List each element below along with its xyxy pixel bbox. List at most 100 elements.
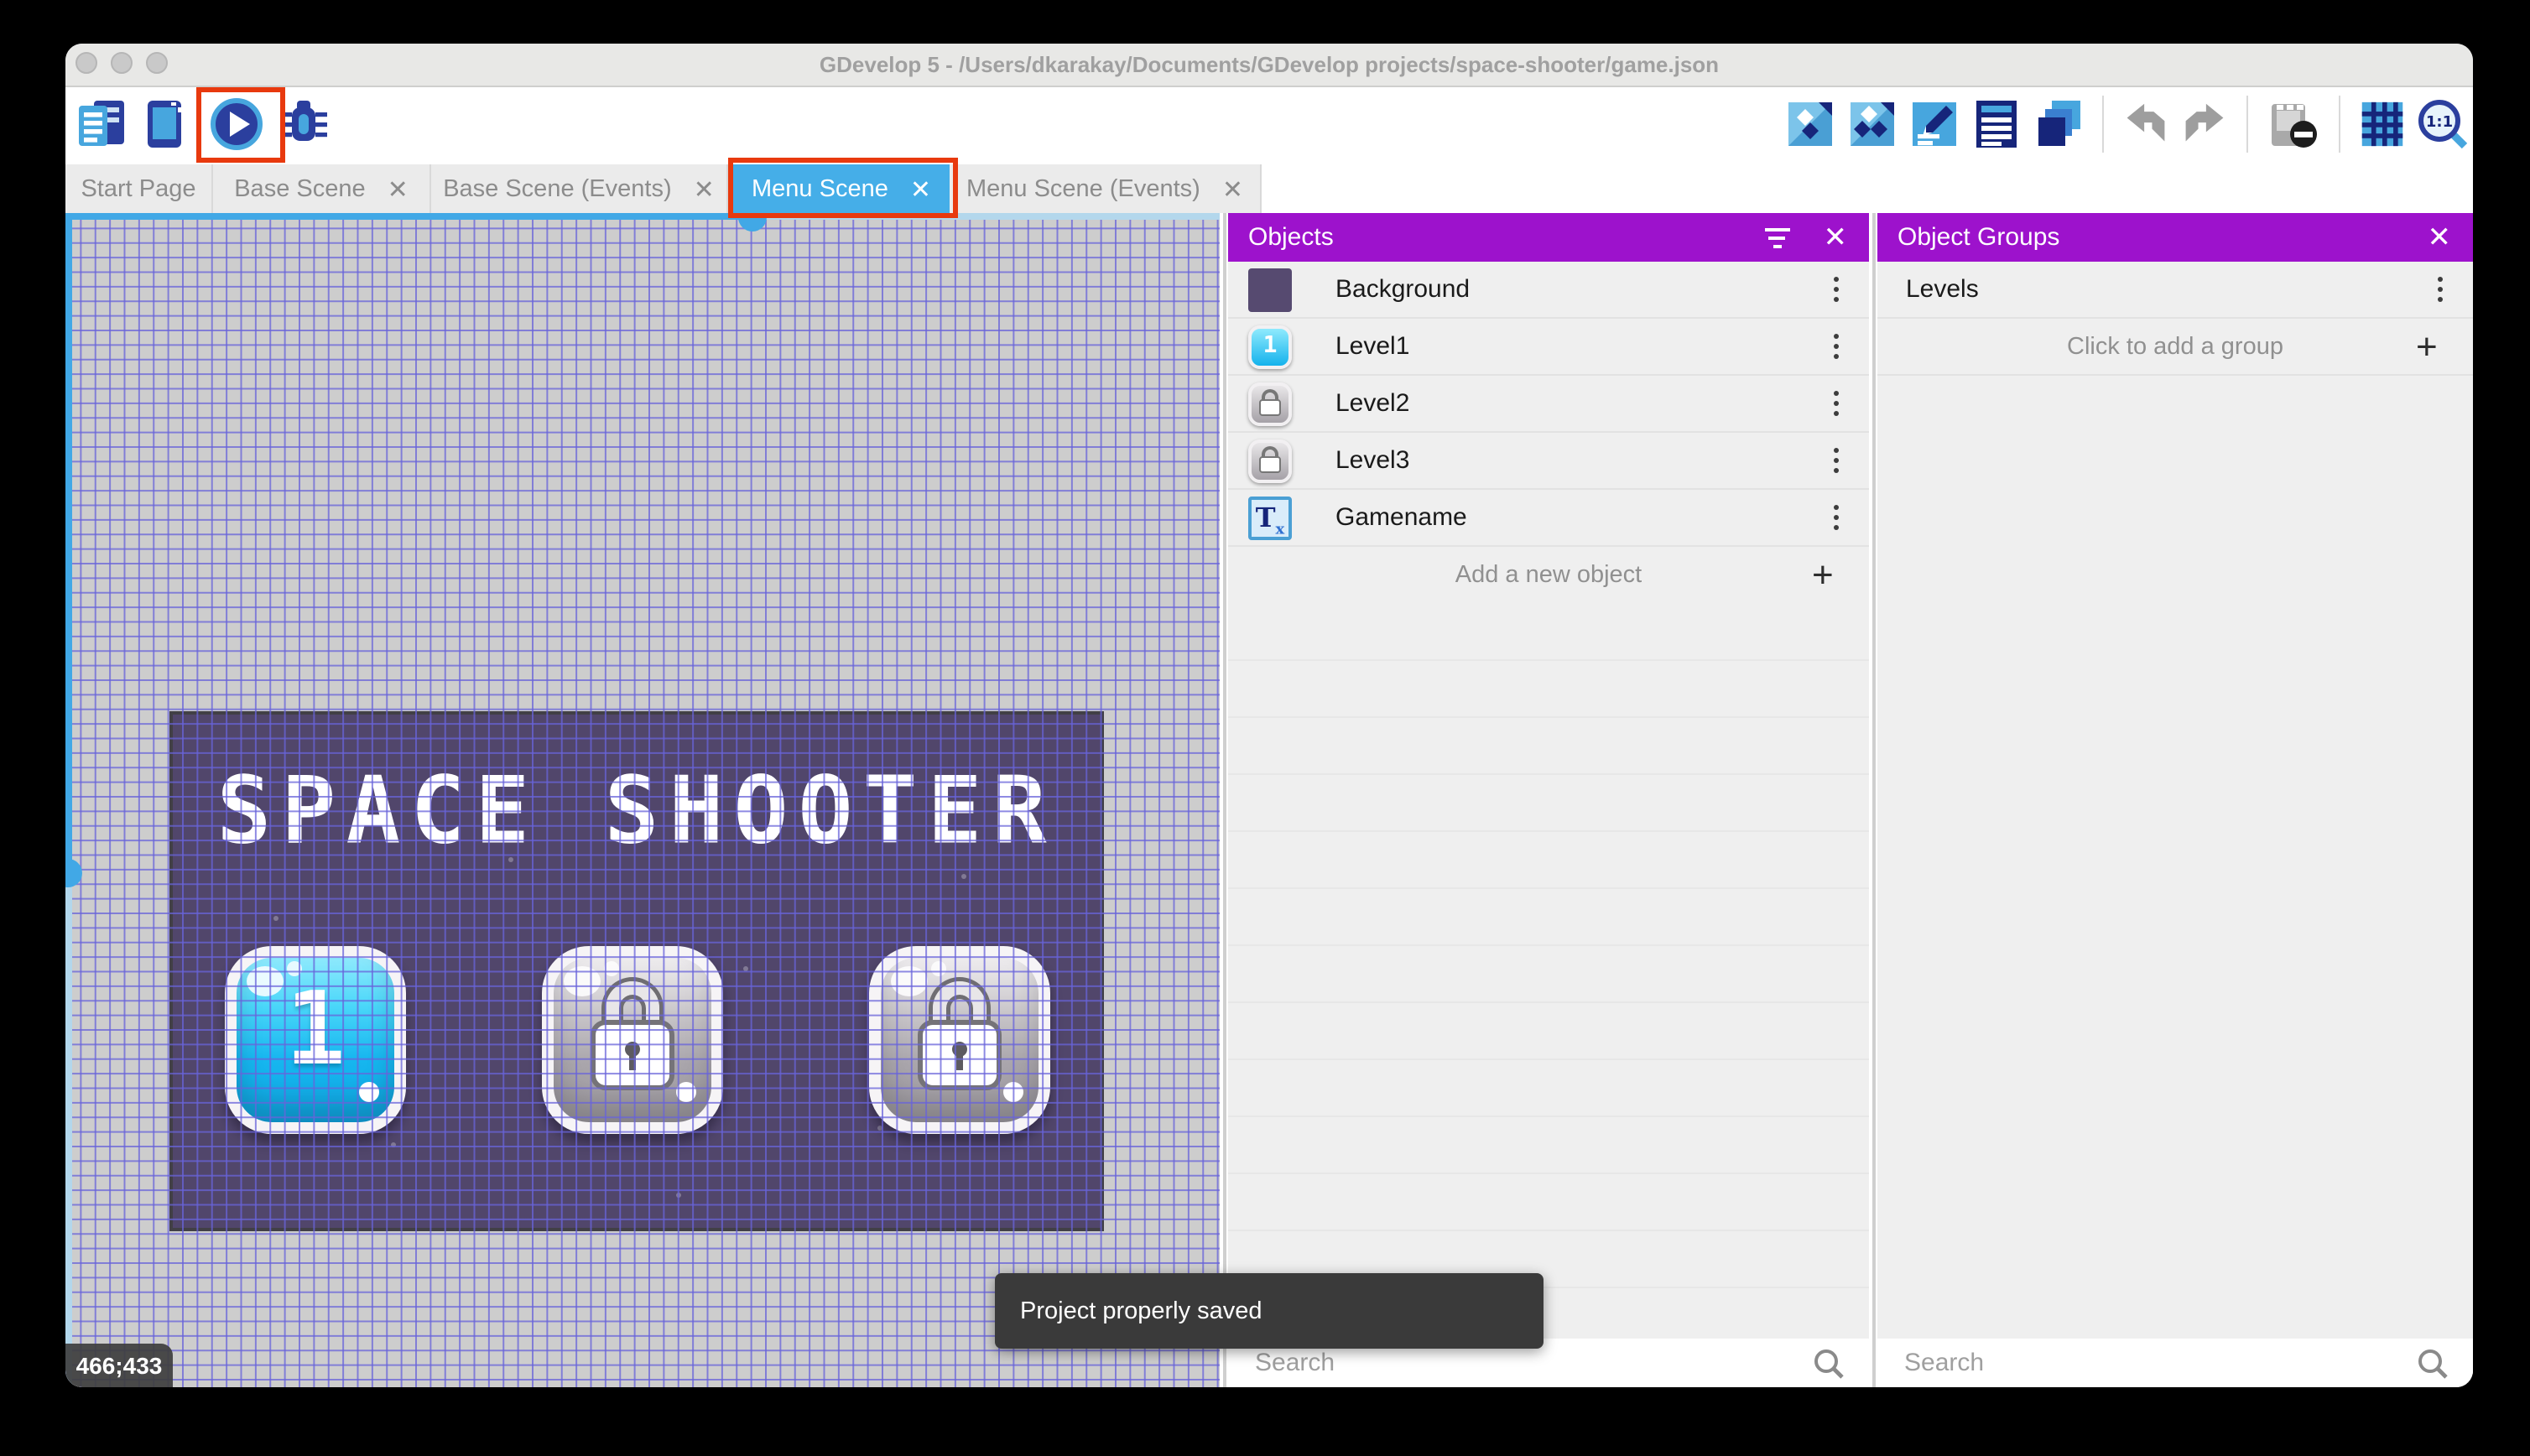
group-menu-icon[interactable] — [2437, 276, 2443, 303]
object-row-background[interactable]: Background — [1228, 262, 1869, 319]
tab-label: Base Scene (Events) — [443, 175, 672, 202]
cursor-coordinates: 466;433 — [65, 1344, 173, 1387]
scene-title-text-instance[interactable]: SPACE SHOOTER — [173, 757, 1101, 866]
toolbar-separator — [2102, 96, 2104, 153]
object-thumbnail — [1248, 268, 1292, 311]
search-icon[interactable] — [1812, 1346, 1845, 1380]
level3-button-instance[interactable] — [869, 946, 1050, 1134]
object-menu-icon[interactable] — [1833, 333, 1839, 360]
empty-row — [1228, 1060, 1869, 1117]
empty-row — [1228, 889, 1869, 946]
level-number: 1 — [284, 971, 346, 1089]
level1-button-instance[interactable]: 1 — [225, 946, 406, 1134]
panel-title: Object Groups — [1898, 223, 2060, 252]
star-dot — [391, 1142, 396, 1147]
star-dot — [743, 966, 748, 971]
empty-row — [1228, 661, 1869, 718]
object-row-gamename[interactable]: Tx Gamename — [1228, 490, 1869, 547]
add-group-row[interactable]: Click to add a group + — [1877, 319, 2473, 376]
star-dot — [877, 1126, 882, 1131]
empty-row — [1228, 1003, 1869, 1060]
object-name: Level2 — [1335, 389, 1410, 418]
add-group-icon[interactable] — [1847, 99, 1898, 149]
tab-close-icon[interactable]: ✕ — [388, 174, 409, 204]
add-object-icon[interactable] — [1785, 99, 1835, 149]
object-menu-icon[interactable] — [1833, 390, 1839, 417]
objects-search-input[interactable] — [1255, 1349, 1812, 1377]
object-menu-icon[interactable] — [1833, 504, 1839, 531]
tab-base-scene-events[interactable]: Base Scene (Events) ✕ — [431, 164, 728, 213]
object-groups-panel-header: Object Groups ✕ — [1877, 213, 2473, 262]
close-panel-icon[interactable]: ✕ — [1824, 221, 1848, 254]
window-title: GDevelop 5 - /Users/dkarakay/Documents/G… — [819, 52, 1720, 77]
panel-divider[interactable] — [1220, 213, 1228, 1387]
vertical-scrollbar-thumb[interactable] — [65, 859, 82, 887]
tab-close-icon[interactable]: ✕ — [1222, 174, 1243, 204]
svg-text:1:1: 1:1 — [2426, 113, 2453, 131]
object-thumbnail — [1248, 382, 1292, 425]
tab-label: Menu Scene (Events) — [966, 175, 1200, 202]
panel-title: Objects — [1248, 223, 1334, 252]
level2-button-instance[interactable] — [542, 946, 723, 1134]
star-dot — [273, 916, 279, 921]
add-group-plus-icon[interactable]: + — [2416, 327, 2446, 364]
empty-row — [1228, 604, 1869, 661]
object-menu-icon[interactable] — [1833, 447, 1839, 474]
screenshot-stage: GDevelop 5 - /Users/dkarakay/Documents/G… — [0, 0, 2530, 1456]
groups-search-input[interactable] — [1904, 1349, 2416, 1377]
render-mask-icon[interactable] — [2267, 99, 2320, 149]
toolbar-separator — [2339, 96, 2340, 153]
empty-row — [1228, 775, 1869, 832]
grid-icon[interactable] — [2359, 99, 2406, 149]
annotation-box-play — [196, 87, 285, 163]
tab-menu-scene-events[interactable]: Menu Scene (Events) ✕ — [950, 164, 1262, 213]
tab-start-page[interactable]: Start Page — [65, 164, 213, 213]
add-object-plus-icon[interactable]: + — [1812, 556, 1842, 593]
undo-icon[interactable] — [2122, 99, 2169, 149]
close-panel-icon[interactable]: ✕ — [2428, 221, 2452, 254]
gloss-highlight — [931, 961, 946, 976]
tab-close-icon[interactable]: ✕ — [694, 174, 715, 204]
scene-canvas[interactable]: SPACE SHOOTER 1 466;433 — [65, 213, 1220, 1387]
add-object-row[interactable]: Add a new object + — [1228, 547, 1869, 604]
main-toolbar: 1:1 — [65, 89, 2473, 159]
star-dot — [676, 1193, 681, 1198]
group-row-levels[interactable]: Levels — [1877, 262, 2473, 319]
gloss-dot — [359, 1082, 379, 1102]
layers-icon[interactable] — [2033, 99, 2084, 149]
lock-icon — [591, 981, 674, 1092]
star-dot — [508, 857, 513, 862]
scene-toolbar-right: 1:1 — [1785, 89, 2468, 159]
game-scene-background[interactable]: SPACE SHOOTER 1 — [169, 711, 1104, 1231]
object-menu-icon[interactable] — [1833, 276, 1839, 303]
toolbar-separator — [2246, 96, 2248, 153]
object-name: Gamename — [1335, 503, 1467, 532]
add-object-label: Add a new object — [1455, 562, 1642, 589]
object-row-level2[interactable]: Level2 — [1228, 376, 1869, 433]
object-row-level1[interactable]: 1 Level1 — [1228, 319, 1869, 376]
properties-list-icon[interactable] — [1971, 99, 2022, 149]
empty-row — [1228, 718, 1869, 775]
redo-icon[interactable] — [2181, 99, 2228, 149]
preview-icon[interactable] — [139, 97, 193, 151]
groups-search-bar — [1877, 1339, 2473, 1387]
tab-label: Base Scene — [234, 175, 366, 202]
gdevelop-window: GDevelop 5 - /Users/dkarakay/Documents/G… — [65, 44, 2473, 1387]
empty-row — [1228, 1117, 1869, 1174]
horizontal-scrollbar[interactable] — [65, 213, 1220, 219]
zoom-1-1-icon[interactable]: 1:1 — [2418, 99, 2468, 149]
project-manager-icon[interactable] — [75, 97, 129, 151]
tab-bar: Start Page Base Scene ✕ Base Scene (Even… — [65, 159, 2473, 213]
empty-row — [1228, 832, 1869, 889]
object-row-level3[interactable]: Level3 — [1228, 433, 1869, 490]
edit-scene-icon[interactable] — [1909, 99, 1960, 149]
save-toast: Project properly saved — [995, 1273, 1544, 1349]
filter-icon[interactable] — [1764, 227, 1790, 247]
tab-base-scene[interactable]: Base Scene ✕ — [213, 164, 431, 213]
objects-panel: Objects ✕ Background 1 Level1 Level2 Lev… — [1228, 213, 1869, 1387]
panel-divider[interactable] — [1869, 213, 1877, 1387]
search-icon[interactable] — [2416, 1346, 2449, 1380]
vertical-scrollbar[interactable] — [65, 213, 71, 1387]
star-dot — [961, 874, 966, 879]
tab-label: Start Page — [81, 175, 196, 202]
